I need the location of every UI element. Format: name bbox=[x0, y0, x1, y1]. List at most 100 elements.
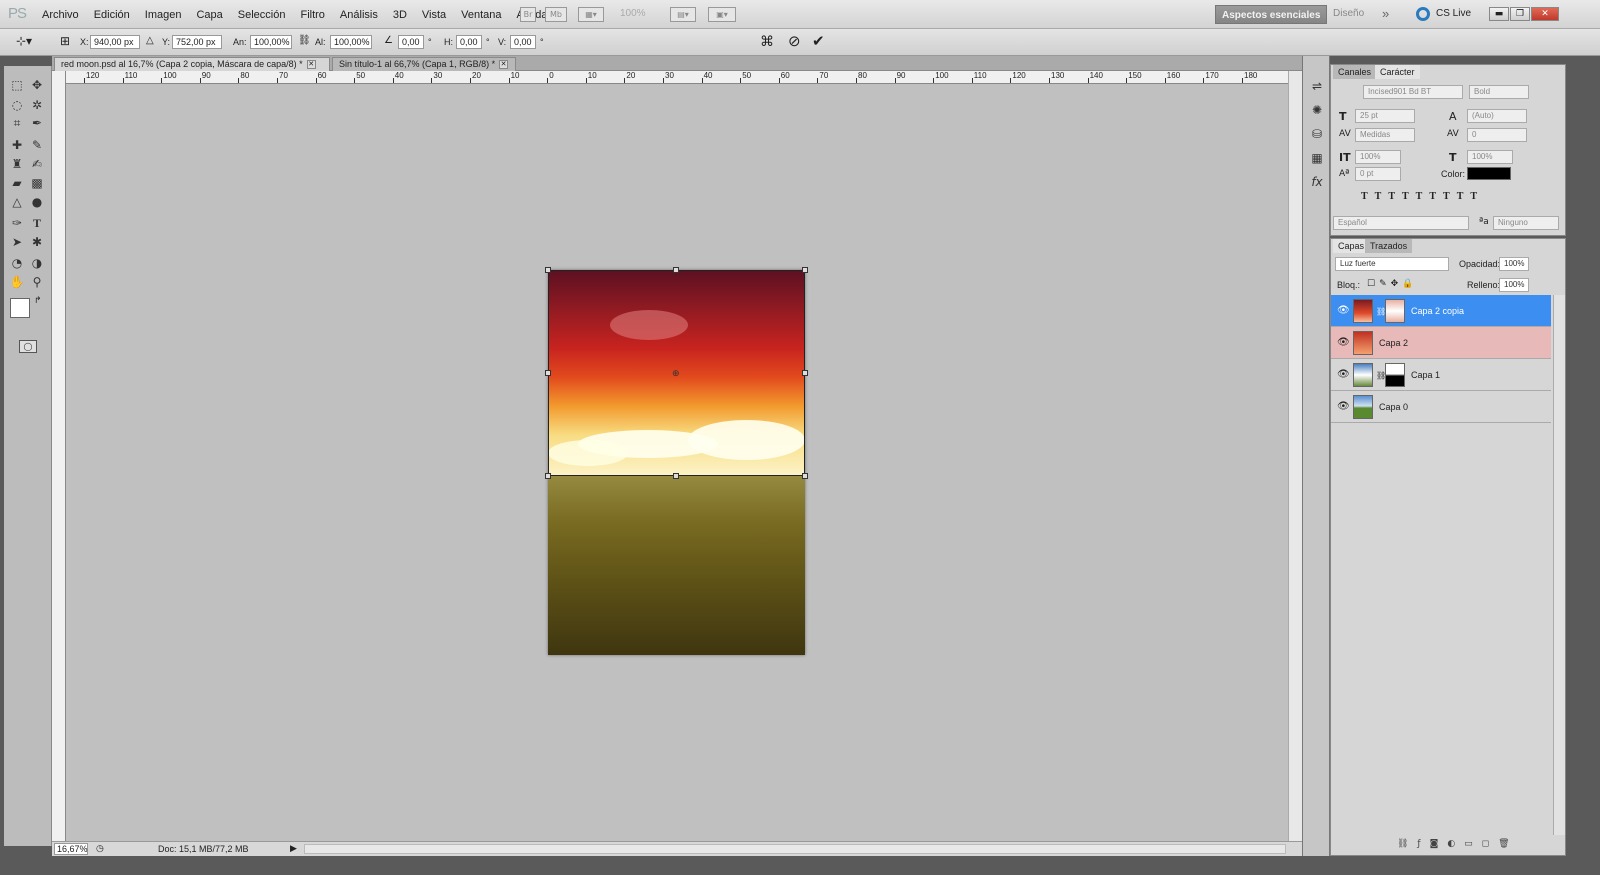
fill-field[interactable]: 100% bbox=[1499, 278, 1529, 292]
opacity-field[interactable]: 100% bbox=[1499, 257, 1529, 271]
blur-tool-icon[interactable]: △ bbox=[8, 193, 26, 211]
status-info-icon[interactable]: ◷ bbox=[96, 843, 104, 854]
text-color-swatch[interactable] bbox=[1467, 167, 1511, 180]
font-size-field[interactable]: 25 pt bbox=[1355, 109, 1415, 123]
y-field[interactable]: 752,00 px bbox=[172, 35, 222, 49]
blend-mode-select[interactable]: Luz fuerte bbox=[1335, 257, 1449, 271]
eraser-icon[interactable]: ▰ bbox=[8, 174, 26, 192]
menu-filtro[interactable]: Filtro bbox=[300, 9, 324, 21]
horizontal-scale-field[interactable]: 100% bbox=[1467, 150, 1513, 164]
transform-handle[interactable] bbox=[802, 370, 808, 376]
type-tool-icon[interactable]: T bbox=[28, 214, 46, 232]
font-family-select[interactable]: Incised901 Bd BT bbox=[1363, 85, 1463, 99]
kerning-field[interactable]: Medidas bbox=[1355, 128, 1415, 142]
quick-mask-icon[interactable]: ◯ bbox=[19, 340, 37, 353]
tab-caracter[interactable]: Carácter bbox=[1375, 65, 1420, 79]
horizontal-scrollbar[interactable] bbox=[304, 844, 1286, 854]
adjustments-icon[interactable]: ⇌ bbox=[1309, 78, 1325, 94]
hskew-field[interactable]: 0,00 bbox=[456, 35, 482, 49]
width-field[interactable]: 100,00% bbox=[250, 35, 292, 49]
tab-capas[interactable]: Capas bbox=[1333, 239, 1370, 253]
vertical-scale-field[interactable]: 100% bbox=[1355, 150, 1401, 164]
tab-trazados[interactable]: Trazados bbox=[1365, 239, 1413, 253]
layer-row-capa-2-copia[interactable]: 👁 ⛓ Capa 2 copia bbox=[1331, 295, 1551, 327]
link-proportions-icon[interactable]: ⛓ bbox=[298, 35, 311, 46]
eyedropper-icon[interactable]: ✒ bbox=[28, 114, 46, 132]
transform-center-icon[interactable]: ⊕ bbox=[672, 369, 680, 379]
view-extras-icon[interactable]: ▦▾ bbox=[578, 7, 604, 22]
menu-vista[interactable]: Vista bbox=[422, 9, 446, 21]
path-selection-icon[interactable]: ➤ bbox=[8, 233, 26, 251]
zoom-tool-icon[interactable]: ⚲ bbox=[28, 273, 46, 291]
layer-row-capa-1[interactable]: 👁 ⛓ Capa 1 bbox=[1331, 359, 1551, 391]
cancel-transform-icon[interactable]: ⊘ bbox=[788, 32, 801, 50]
layer-mask-thumbnail[interactable] bbox=[1385, 363, 1405, 387]
3d-camera-icon[interactable]: ◑ bbox=[28, 254, 46, 272]
font-style-select[interactable]: Bold bbox=[1469, 85, 1529, 99]
3d-rotate-icon[interactable]: ◔ bbox=[8, 254, 26, 272]
cslive-menu[interactable]: CS Live bbox=[1436, 8, 1471, 19]
visibility-eye-icon[interactable]: 👁 bbox=[1337, 369, 1350, 380]
minibridge-icon[interactable]: Mb bbox=[545, 7, 567, 22]
text-style-buttons[interactable]: TTTTTTTTT bbox=[1361, 191, 1484, 202]
reference-point-icon[interactable]: ⊞ bbox=[60, 34, 70, 48]
transform-tool-icon[interactable]: ⊹▾ bbox=[16, 34, 32, 48]
history-brush-icon[interactable]: ✍ bbox=[28, 155, 46, 173]
workspace-essentials-button[interactable]: Aspectos esenciales bbox=[1215, 5, 1328, 24]
tracking-field[interactable]: 0 bbox=[1467, 128, 1527, 142]
commit-transform-icon[interactable]: ✔ bbox=[812, 32, 825, 50]
styles-fx-icon[interactable]: fx bbox=[1309, 174, 1325, 190]
transform-handle[interactable] bbox=[673, 473, 679, 479]
language-select[interactable]: Español bbox=[1333, 216, 1469, 230]
more-workspaces-button[interactable]: » bbox=[1382, 6, 1389, 21]
foreground-color-swatch[interactable] bbox=[10, 298, 30, 318]
menu-edicion[interactable]: Edición bbox=[94, 9, 130, 21]
visibility-eye-icon[interactable]: 👁 bbox=[1337, 305, 1350, 316]
transform-handle[interactable] bbox=[802, 267, 808, 273]
workspace-design-button[interactable]: Diseño bbox=[1333, 8, 1364, 19]
close-tab-icon[interactable]: ✕ bbox=[499, 60, 509, 70]
antialias-select[interactable]: Ninguno bbox=[1493, 216, 1559, 230]
menu-seleccion[interactable]: Selección bbox=[238, 9, 286, 21]
x-field[interactable]: 940,00 px bbox=[90, 35, 140, 49]
visibility-eye-icon[interactable]: 👁 bbox=[1337, 401, 1350, 412]
leading-field[interactable]: (Auto) bbox=[1467, 109, 1527, 123]
menu-analisis[interactable]: Análisis bbox=[340, 9, 378, 21]
menu-ventana[interactable]: Ventana bbox=[461, 9, 501, 21]
close-tab-icon[interactable]: ✕ bbox=[306, 60, 316, 70]
move-tool-icon[interactable]: ✥ bbox=[28, 76, 46, 94]
height-field[interactable]: 100,00% bbox=[330, 35, 372, 49]
swap-colors-icon[interactable]: ↱ bbox=[34, 296, 42, 306]
tab-red-moon[interactable]: red moon.psd al 16,7% (Capa 2 copia, Más… bbox=[54, 57, 330, 71]
swatches-icon[interactable]: ▦ bbox=[1309, 150, 1325, 166]
magic-wand-icon[interactable]: ✲ bbox=[28, 96, 46, 114]
shape-tool-icon[interactable]: ✱ bbox=[28, 233, 46, 251]
minimize-button[interactable]: ▬ bbox=[1489, 7, 1509, 21]
menu-3d[interactable]: 3D bbox=[393, 9, 407, 21]
tab-canales[interactable]: Canales bbox=[1333, 65, 1377, 79]
screen-mode-icon[interactable]: ▣▾ bbox=[708, 7, 736, 22]
warp-icon[interactable]: ⌘ bbox=[760, 33, 774, 50]
transform-handle[interactable] bbox=[545, 370, 551, 376]
tool-presets-icon[interactable]: ⛁ bbox=[1309, 126, 1325, 142]
menu-capa[interactable]: Capa bbox=[196, 9, 222, 21]
document-image[interactable]: ⊕ bbox=[545, 267, 808, 655]
menu-archivo[interactable]: Archivo bbox=[42, 9, 79, 21]
healing-brush-icon[interactable]: ✚ bbox=[8, 136, 26, 154]
maximize-button[interactable]: ❐ bbox=[1510, 7, 1530, 21]
arrange-documents-icon[interactable]: ▤▾ bbox=[670, 7, 696, 22]
color-wheel-icon[interactable]: ✺ bbox=[1309, 102, 1325, 118]
layer-row-capa-0[interactable]: 👁 Capa 0 bbox=[1331, 391, 1551, 423]
vskew-field[interactable]: 0,00 bbox=[510, 35, 536, 49]
lasso-tool-icon[interactable]: ◌ bbox=[8, 96, 26, 114]
brush-tool-icon[interactable]: ✎ bbox=[28, 136, 46, 154]
close-button[interactable]: ✕ bbox=[1531, 7, 1559, 21]
gradient-tool-icon[interactable]: ▩ bbox=[28, 174, 46, 192]
lock-icons[interactable]: ☐✎✥🔒 bbox=[1367, 279, 1417, 289]
zoom-field[interactable]: 16,67% bbox=[54, 843, 88, 855]
layers-footer-icons[interactable]: ⛓ƒ◙◐▭◻🗑 bbox=[1397, 839, 1519, 849]
clone-stamp-icon[interactable]: ♜ bbox=[8, 155, 26, 173]
pen-tool-icon[interactable]: ✑ bbox=[8, 214, 26, 232]
status-menu-arrow-icon[interactable]: ▶ bbox=[290, 843, 297, 854]
delta-icon[interactable]: △ bbox=[146, 35, 154, 46]
